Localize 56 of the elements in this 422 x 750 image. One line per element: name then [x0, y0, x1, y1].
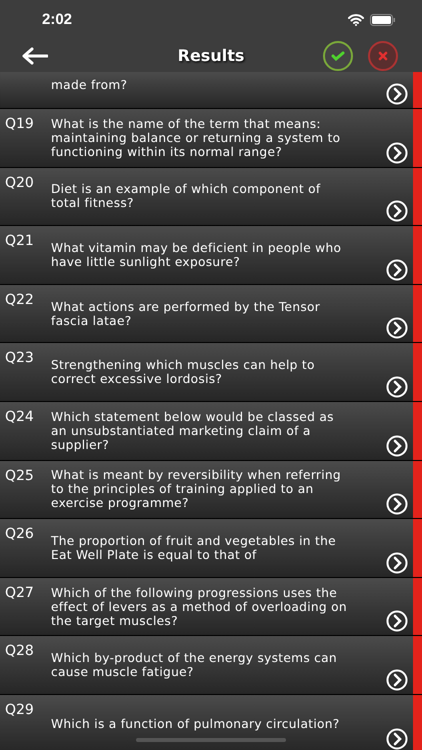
question-text: Strengthening which muscles can help to correct excessive lordosis?	[51, 358, 316, 386]
question-row[interactable]: Q21 What vitamin may be deficient in people who have little sunlight exposure?	[0, 226, 422, 285]
question-row[interactable]: Q23 Strengthening which muscles can help to correct excessive lordosis?	[0, 343, 422, 402]
question-number: Q26	[5, 525, 34, 544]
chevron-right-icon[interactable]	[386, 610, 408, 632]
question-text: What is the name of the term that means: maintaining balance or returning a system to functioning within its normal range?	[51, 116, 342, 159]
question-text: Which is a function of pulmonary circulation?	[51, 716, 340, 731]
question-number: Q28	[5, 642, 34, 662]
chevron-right-icon[interactable]	[386, 493, 408, 516]
chevron-right-icon[interactable]	[386, 142, 408, 164]
chevron-right-icon[interactable]	[386, 83, 408, 105]
question-number: Q29	[5, 700, 34, 720]
question-text: Which by-product of the energy systems can cause muscle fatigue?	[51, 651, 338, 680]
correct-filter-button[interactable]	[323, 41, 353, 71]
question-row[interactable]: made from?	[0, 72, 422, 109]
question-row[interactable]: Q20 Diet is an example of which component of total fitness?	[0, 168, 422, 226]
question-text: made from?	[51, 78, 128, 92]
chevron-right-icon[interactable]	[386, 552, 408, 574]
chevron-right-icon[interactable]	[386, 317, 408, 340]
question-text: Which statement below would be classed as an unsubstantiated marketing claim of a supplier?	[51, 410, 335, 452]
back-arrow-icon[interactable]	[22, 47, 48, 65]
question-row[interactable]: Q25 What is meant by reversibility when referring to the principles of training applied to an exercise programme?	[0, 460, 422, 520]
question-number: Q19	[5, 115, 34, 134]
battery-icon	[370, 14, 396, 26]
question-number: Q23	[5, 349, 34, 368]
question-row[interactable]: Q27 Which of the following progressions uses the effect of levers as a method of overloading on the target muscles?	[0, 578, 422, 636]
question-number: Q20	[5, 174, 34, 193]
question-number: Q24	[5, 408, 34, 427]
question-row[interactable]: Q19 What is the name of the term that means: maintaining balance or returning a system to functioning within its normal range?	[0, 109, 422, 168]
status-time: 2:02	[42, 10, 72, 30]
chevron-right-icon[interactable]	[386, 376, 408, 398]
incorrect-filter-button[interactable]	[368, 41, 398, 71]
checkmark-icon	[331, 51, 345, 61]
question-text: What vitamin may be deficient in people who have little sunlight exposure?	[51, 240, 342, 269]
question-number: Q22	[5, 290, 34, 310]
screen-title: Results	[178, 45, 244, 67]
question-text: The proportion of fruit and vegetables in the Eat Well Plate is equal to that of	[51, 534, 337, 562]
question-text: Which of the following progressions uses the effect of levers as a method of overloading on the target muscles?	[51, 586, 348, 628]
question-row[interactable]: Q29 Which is a function of pulmonary circulation?	[0, 694, 422, 750]
chevron-right-icon[interactable]	[386, 434, 408, 457]
question-row[interactable]: Q24 Which statement below would be classed as an unsubstantiated marketing claim of a supplier?	[0, 402, 422, 461]
close-icon	[378, 51, 388, 61]
chevron-right-icon[interactable]	[386, 258, 408, 281]
question-text: What is meant by reversibility when referring to the principles of training applied to an exercise programme?	[51, 468, 342, 510]
question-row[interactable]: Q28 Which by-product of the energy systems can cause muscle fatigue?	[0, 636, 422, 695]
question-number: Q21	[5, 232, 34, 252]
chevron-right-icon[interactable]	[386, 728, 408, 750]
question-number: Q25	[5, 466, 34, 486]
chevron-right-icon[interactable]	[386, 200, 408, 222]
question-row[interactable]: Q26 The proportion of fruit and vegetables in the Eat Well Plate is equal to that of	[0, 519, 422, 578]
question-row[interactable]: Q22 What actions are performed by the Tensor fascia latae?	[0, 284, 422, 344]
wifi-icon	[348, 14, 364, 26]
question-text: Diet is an example of which component of total fitness?	[51, 182, 322, 210]
chevron-right-icon[interactable]	[386, 668, 408, 691]
question-text: What actions are performed by the Tensor fascia latae?	[51, 300, 322, 328]
question-number: Q27	[5, 584, 34, 603]
